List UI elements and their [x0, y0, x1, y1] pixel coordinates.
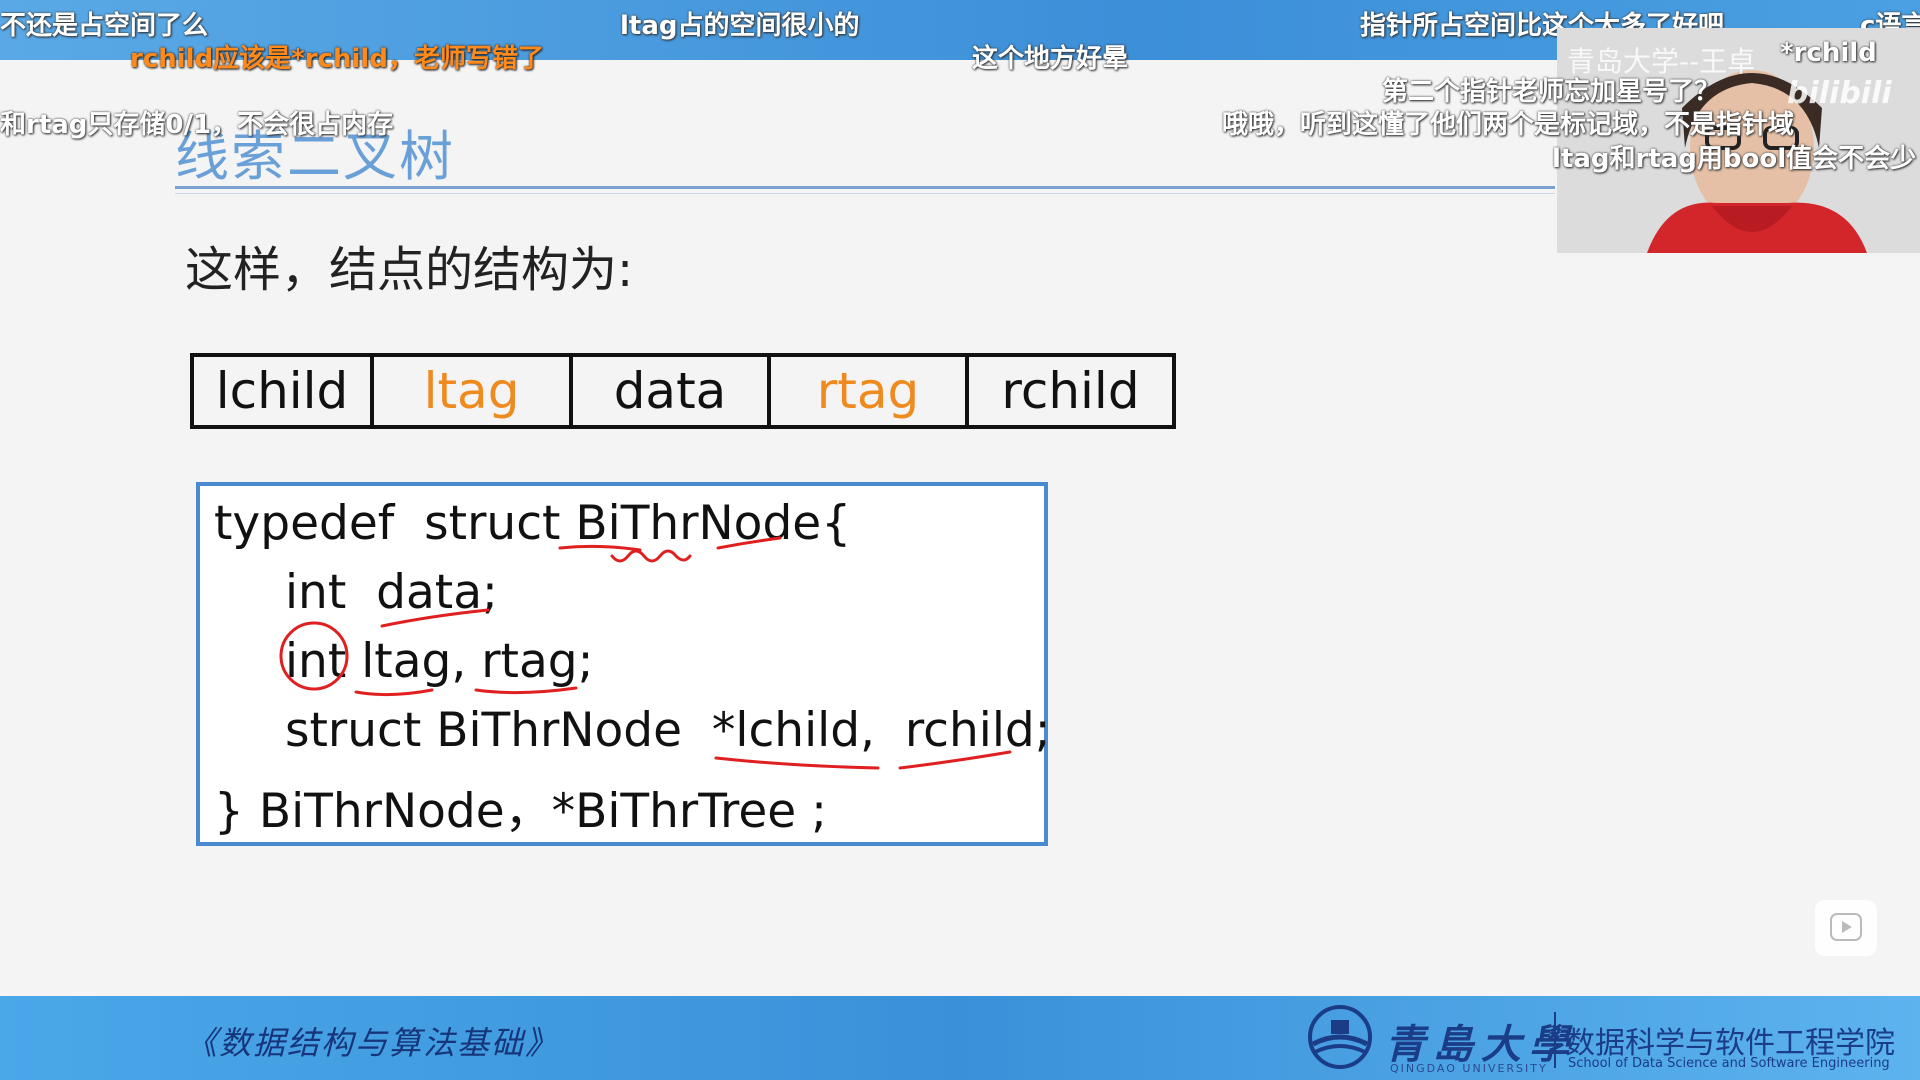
danmaku-comment: 不还是占空间了么 — [0, 11, 209, 41]
underline-rtag — [474, 686, 578, 695]
danmaku-comment: 哦哦，听到这懂了他们两个是标记域，不是指针域 — [1222, 110, 1795, 140]
danmaku-comment: 这个地方好晕 — [972, 44, 1129, 74]
university-name-en: QINGDAO UNIVERSITY — [1390, 1062, 1548, 1075]
university-emblem-icon — [1308, 1005, 1372, 1069]
underline-rchild — [898, 750, 1012, 770]
footer-divider — [1554, 1012, 1556, 1068]
course-title: 《数据结构与算法基础》 — [185, 1024, 560, 1062]
danmaku-comment: ltag和rtag用bool值会不会少 — [1552, 144, 1917, 174]
danmaku-comment: 和rtag只存储0/1，不会很占内存 — [0, 110, 394, 140]
danmaku-comment: 第二个指针老师忘加星号了？ — [1382, 77, 1721, 107]
underline-node — [716, 536, 782, 550]
underline-lchild — [714, 756, 880, 770]
circle-int — [279, 621, 349, 691]
danmaku-comment: rchild应该是*rchild，老师写错了 — [130, 44, 544, 74]
school-name-en: School of Data Science and Software Engi… — [1568, 1056, 1890, 1071]
danmaku-comment: *rchild — [1780, 38, 1877, 68]
play-button[interactable] — [1815, 900, 1877, 956]
squiggle-bithrnode — [610, 549, 692, 563]
danmaku-comment: ltag占的空间很小的 — [620, 11, 860, 41]
underline-ltag — [354, 688, 434, 697]
underline-bithrnode — [558, 544, 642, 552]
bilibili-logo: bilibili — [1787, 76, 1892, 111]
play-icon — [1830, 913, 1862, 941]
underline-data — [380, 608, 490, 628]
